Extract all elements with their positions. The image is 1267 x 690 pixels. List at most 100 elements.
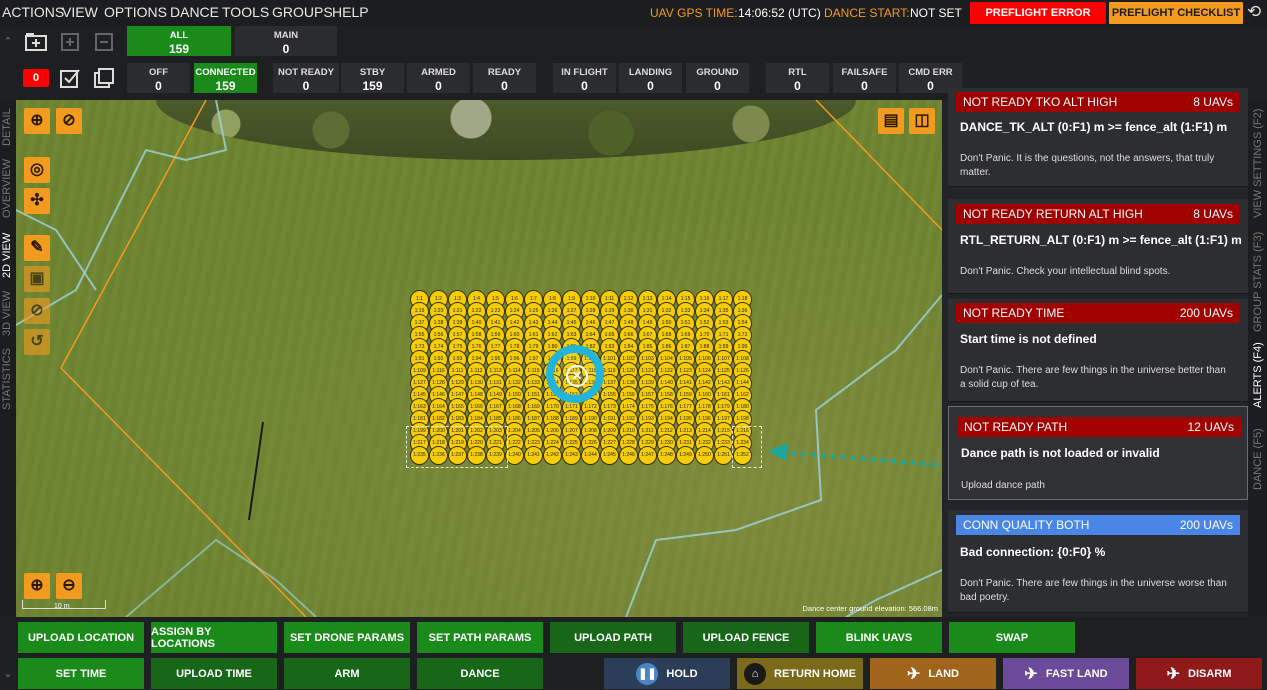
select-all-icon[interactable] <box>58 66 82 90</box>
disarm-button[interactable]: ✈ DISARM <box>1136 658 1262 689</box>
set-time-button[interactable]: SET TIME <box>18 658 144 689</box>
tab-3d-view[interactable]: 3D VIEW <box>1 291 13 336</box>
tab-2d-view[interactable]: 2D VIEW <box>1 233 13 278</box>
group-all[interactable]: ALL 159 <box>127 26 231 56</box>
pause-icon: ❚❚ <box>636 662 659 685</box>
stat-connected: CONNECTED 159 <box>194 63 257 93</box>
drone-icon[interactable]: ✣ <box>24 188 50 214</box>
preflight-error-button[interactable]: PREFLIGHT ERROR <box>970 2 1106 24</box>
menu-view[interactable]: VIEW <box>62 4 98 20</box>
drone-marker[interactable]: 1:246 <box>619 446 638 465</box>
set-drone-params-button[interactable]: SET DRONE PARAMS <box>284 622 410 653</box>
alert-card[interactable]: NOT READY RETURN ALT HIGH 8 UAVs RTL_RETU… <box>948 199 1248 294</box>
add-folder-icon[interactable] <box>24 30 48 54</box>
drone-marker[interactable]: 1:247 <box>638 446 657 465</box>
alert-count: 12 UAVs <box>1187 420 1234 434</box>
menu-help[interactable]: HELP <box>332 4 369 20</box>
block-icon[interactable]: ⊘ <box>24 298 50 324</box>
undo-icon[interactable]: ↺ <box>24 329 50 355</box>
swap-button[interactable]: SWAP <box>949 622 1075 653</box>
gps-time-value: 14:06:52 (UTC) <box>738 6 821 20</box>
drone-marker[interactable]: 1:250 <box>695 446 714 465</box>
tab-group-stats[interactable]: GROUP STATS (F3) <box>1252 232 1264 332</box>
alert-counter[interactable]: 0 <box>23 69 49 87</box>
stat-failsafe: FAILSAFE 0 <box>833 63 896 93</box>
remove-group-icon[interactable] <box>92 30 116 54</box>
deselect-icon[interactable] <box>92 66 116 90</box>
tab-view-settings[interactable]: VIEW SETTINGS (F2) <box>1252 109 1264 218</box>
dance-center-icon: ✕ <box>566 365 588 387</box>
group-main-value: 0 <box>282 42 290 56</box>
stat-label: CONNECTED <box>195 67 256 78</box>
tab-dance[interactable]: DANCE (F5) <box>1252 428 1264 490</box>
alert-count: 8 UAVs <box>1193 207 1233 221</box>
alert-card[interactable]: NOT READY TKO ALT HIGH 8 UAVs DANCE_TK_AL… <box>948 88 1248 187</box>
stat-label: READY <box>487 67 522 78</box>
group-all-value: 159 <box>168 42 190 56</box>
set-path-params-button[interactable]: SET PATH PARAMS <box>417 622 543 653</box>
drone-marker[interactable]: 1:251 <box>714 446 733 465</box>
add-group-icon[interactable] <box>58 30 82 54</box>
gps-time-label: UAV GPS TIME: <box>650 6 738 20</box>
tab-statistics[interactable]: STATISTICS <box>1 348 13 410</box>
menu-dance[interactable]: DANCE <box>170 4 219 20</box>
drone-marker[interactable]: 1:249 <box>676 446 695 465</box>
arm-button[interactable]: ARM <box>284 658 410 689</box>
dance-start-value: NOT SET <box>910 6 962 20</box>
alert-name: NOT READY TIME <box>963 306 1065 320</box>
hold-button[interactable]: ❚❚ HOLD <box>604 658 730 689</box>
blink-uavs-button[interactable]: BLINK UAVS <box>816 622 942 653</box>
collapse-icon[interactable]: ⌃ <box>0 26 16 58</box>
drone-marker[interactable]: 1:242 <box>543 446 562 465</box>
dance-center-marker[interactable]: ✕ <box>546 345 604 403</box>
menu-options[interactable]: OPTIONS <box>104 4 167 20</box>
upload-path-button[interactable]: UPLOAD PATH <box>550 622 676 653</box>
collapse-down-icon[interactable]: ⌄ <box>0 659 16 690</box>
tab-detail[interactable]: DETAIL <box>1 108 13 146</box>
stat-off: OFF 0 <box>127 63 190 93</box>
drone-marker[interactable]: 1:241 <box>524 446 543 465</box>
preflight-checklist-button[interactable]: PREFLIGHT CHECKLIST <box>1109 2 1243 24</box>
menu-tools[interactable]: TOOLS <box>222 4 269 20</box>
tab-overview[interactable]: OVERVIEW <box>1 159 13 218</box>
edit-icon[interactable]: ✎ <box>24 235 50 261</box>
alert-card[interactable]: CONN QUALITY BOTH 200 UAVs Bad connection… <box>948 510 1248 613</box>
map-2d-view[interactable]: 1:1 1:2 1:3 1:4 1:5 1:6 1:7 1:8 1:9 1:10 1:11 1:12 1… <box>16 100 942 617</box>
alert-header: NOT READY TKO ALT HIGH 8 UAVs <box>956 92 1240 112</box>
stat-label: NOT READY <box>278 67 334 78</box>
zoom-out-icon[interactable]: ⊖ <box>56 573 82 599</box>
save-icon[interactable]: ▣ <box>24 266 50 292</box>
return-home-button[interactable]: ⌂ RETURN HOME <box>737 658 863 689</box>
drone-marker[interactable]: 1:244 <box>581 446 600 465</box>
alert-description: Don't Panic. There are few things in the… <box>960 365 1226 390</box>
history-icon[interactable]: ⟲ <box>1247 3 1265 21</box>
tab-alerts[interactable]: ALERTS (F4) <box>1252 342 1264 408</box>
group-main[interactable]: MAIN 0 <box>235 26 337 56</box>
alert-description: Don't Panic. Check your intellectual bli… <box>960 266 1171 277</box>
stat-not-ready: NOT READY 0 <box>273 63 339 93</box>
elevation-text: Dance center ground elevation: 566.08m <box>802 604 938 613</box>
alert-card-selected[interactable]: NOT READY PATH 12 UAVs Dance path is not … <box>948 406 1248 500</box>
group-all-label: ALL <box>169 30 189 41</box>
drone-marker[interactable]: 1:245 <box>600 446 619 465</box>
panel-icon[interactable]: ◫ <box>909 108 935 134</box>
land-button[interactable]: ✈ LAND <box>870 658 996 689</box>
upload-time-button[interactable]: UPLOAD TIME <box>151 658 277 689</box>
alert-header: CONN QUALITY BOTH 200 UAVs <box>956 515 1240 535</box>
fast-land-button[interactable]: ✈ FAST LAND <box>1003 658 1129 689</box>
dance-button[interactable]: DANCE <box>417 658 543 689</box>
menu-groups[interactable]: GROUPS <box>272 4 333 20</box>
center-target-icon[interactable]: ◎ <box>24 157 50 183</box>
zoom-in-icon[interactable]: ⊕ <box>24 573 50 599</box>
upload-location-button[interactable]: UPLOAD LOCATION <box>18 622 144 653</box>
drone-marker[interactable]: 1:248 <box>657 446 676 465</box>
alert-card[interactable]: NOT READY TIME 200 UAVs Start time is not… <box>948 299 1248 402</box>
upload-fence-button[interactable]: UPLOAD FENCE <box>683 622 809 653</box>
menu-actions[interactable]: ACTIONS <box>2 4 64 20</box>
no-location-icon[interactable]: ⊘ <box>56 108 82 134</box>
alert-count: 8 UAVs <box>1193 95 1233 109</box>
layers-icon[interactable]: ▤ <box>878 108 904 134</box>
add-waypoint-icon[interactable]: ⊕ <box>24 108 50 134</box>
drone-marker[interactable]: 1:243 <box>562 446 581 465</box>
assign-by-locations-button[interactable]: ASSIGN BY LOCATIONS <box>151 622 277 653</box>
